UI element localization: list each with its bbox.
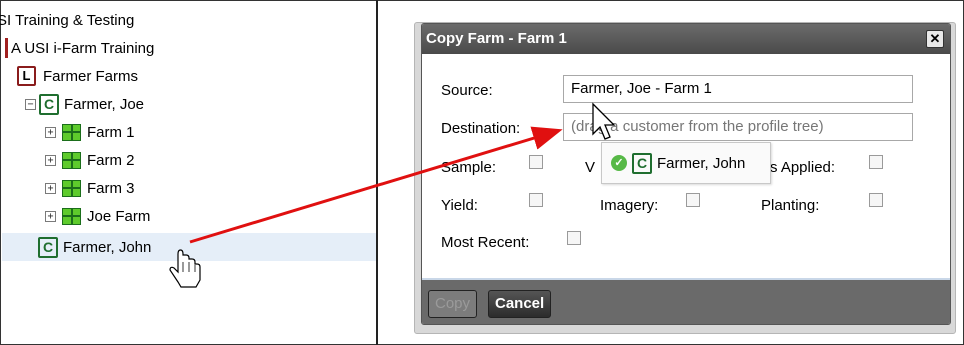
arrow-pointer-icon xyxy=(592,102,616,140)
annotation-overlay xyxy=(169,102,616,288)
drag-arrow xyxy=(189,126,563,244)
hand-pointer-icon xyxy=(169,249,201,288)
